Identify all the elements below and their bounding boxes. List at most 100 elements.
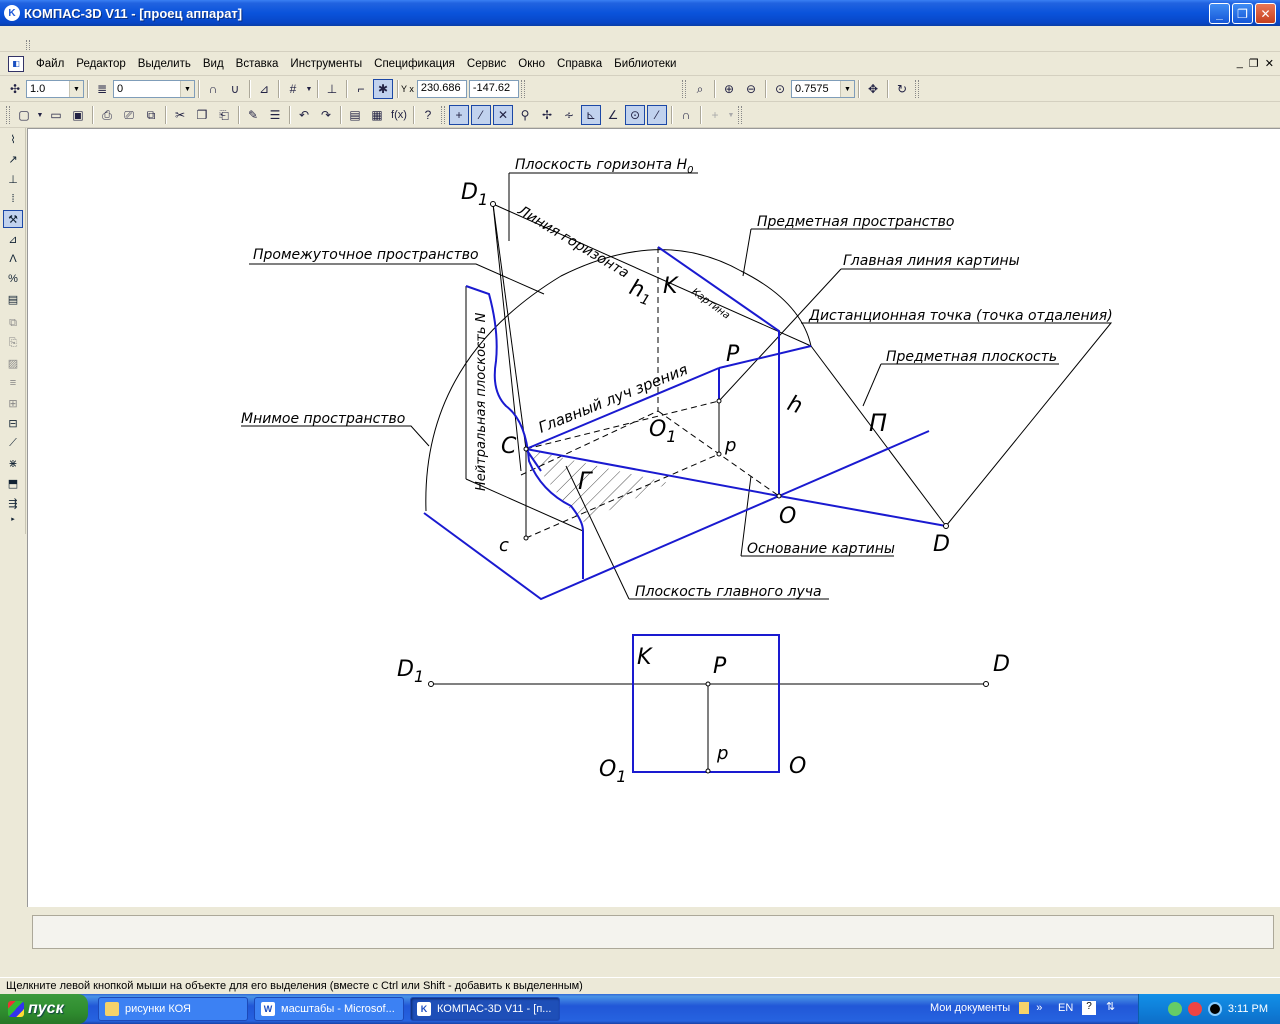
my-documents-toolbar[interactable]: Мои документы »	[930, 1002, 1042, 1015]
toolbar-grip[interactable]	[738, 106, 742, 124]
geometry-icon[interactable]: ⌇	[3, 130, 23, 148]
mdi-close-icon[interactable]: ✕	[1265, 57, 1274, 70]
toolbar-grip[interactable]	[915, 80, 919, 98]
local-cs-icon[interactable]: ⊥	[322, 79, 342, 99]
grid-icon[interactable]: #	[283, 79, 303, 99]
zoom-out-icon[interactable]: ⊖	[741, 79, 761, 99]
snap-tangent-icon[interactable]: ✢	[537, 105, 557, 125]
help-pointer-icon[interactable]: ?	[418, 105, 438, 125]
print-preview-icon[interactable]: ⎚	[119, 105, 139, 125]
library-icon[interactable]: ▦	[367, 105, 387, 125]
dimensions-icon[interactable]: ↗	[3, 150, 23, 168]
tree-icon[interactable]: ⊞	[3, 394, 23, 412]
menu-specification[interactable]: Спецификация	[368, 58, 461, 70]
menu-help[interactable]: Справка	[551, 58, 608, 70]
save-icon[interactable]: ▣	[68, 105, 88, 125]
snap-point-icon[interactable]: ⚲	[515, 105, 535, 125]
task-word[interactable]: W масштабы - Microsof...	[254, 997, 404, 1021]
report-icon[interactable]: ⎘	[3, 334, 23, 352]
step-cursor-icon[interactable]: ✣	[5, 79, 25, 99]
open-folder-icon[interactable]: ▭	[46, 105, 66, 125]
format-brush-icon[interactable]: ✎	[243, 105, 263, 125]
zoom-window-icon[interactable]: ⌕	[690, 79, 710, 99]
task-folder[interactable]: рисунки КОЯ	[98, 997, 248, 1021]
document-manager-icon[interactable]: ⧉	[141, 105, 161, 125]
snap-along-icon[interactable]: ⁄	[647, 105, 667, 125]
step-combo[interactable]: 1.0 ▼	[26, 80, 84, 98]
toolbar-grip[interactable]	[520, 80, 525, 98]
menu-view[interactable]: Вид	[197, 58, 230, 70]
menu-libraries[interactable]: Библиотеки	[608, 58, 682, 70]
view-icon[interactable]: ⧉	[3, 314, 23, 332]
refresh-icon[interactable]: ↻	[892, 79, 912, 99]
language-bar-icon[interactable]: ⇅	[1106, 1000, 1115, 1013]
designations-icon[interactable]: ⊥	[3, 170, 23, 188]
local-snap-icon[interactable]: ⊿	[254, 79, 274, 99]
snap-coords-icon[interactable]: ✱	[373, 79, 393, 99]
title-bar[interactable]: K КОМПАС-3D V11 - [проец аппарат] _ ❐ ✕	[0, 0, 1280, 26]
chevron-down-icon[interactable]: ▼	[727, 105, 735, 125]
selection-icon[interactable]: Ʌ	[3, 250, 23, 268]
copy-icon[interactable]: ❐	[192, 105, 212, 125]
menu-select[interactable]: Выделить	[132, 58, 197, 70]
measure-icon[interactable]: ⊿	[3, 230, 23, 248]
menu-tools[interactable]: Инструменты	[284, 58, 368, 70]
pan-icon[interactable]: ✥	[863, 79, 883, 99]
snap-normal-icon[interactable]: ⊾	[581, 105, 601, 125]
menu-editor[interactable]: Редактор	[70, 58, 132, 70]
snap-more-icon[interactable]: +	[705, 105, 725, 125]
menu-file[interactable]: Файл	[30, 58, 70, 70]
line-style-icon[interactable]: ⟋	[3, 434, 23, 452]
paste-icon[interactable]: ⎗	[214, 105, 234, 125]
magnet-icon[interactable]: ∩	[203, 79, 223, 99]
zoom-combo[interactable]: 0.7575 ▼	[791, 80, 855, 98]
chevron-right-icon[interactable]: ▸	[3, 514, 23, 524]
media-icon[interactable]	[1207, 1002, 1222, 1016]
parametrization-icon[interactable]: ⚒	[3, 210, 23, 228]
drawing-canvas[interactable]: Плоскость горизонта H0 D1 Линия горизонт…	[27, 128, 1280, 907]
table-icon[interactable]: ▨	[3, 354, 23, 372]
start-button[interactable]: пуск	[0, 994, 88, 1024]
restore-button[interactable]: ❐	[1232, 3, 1253, 24]
mdi-restore-icon[interactable]: ❐	[1249, 57, 1259, 70]
menu-window[interactable]: Окно	[512, 58, 551, 70]
document-icon[interactable]: ◧	[8, 55, 24, 72]
minimize-button[interactable]: _	[1209, 3, 1230, 24]
new-document-icon[interactable]: ▢	[14, 105, 34, 125]
help-icon[interactable]: ?	[1082, 1001, 1096, 1015]
cut-icon[interactable]: ✂	[170, 105, 190, 125]
coord-x-field[interactable]: 230.686	[416, 80, 467, 98]
zoom-in-icon[interactable]: ⊕	[719, 79, 739, 99]
language-indicator[interactable]: EN	[1058, 1002, 1073, 1014]
toolbar-grip[interactable]	[682, 80, 686, 98]
zoom-icon[interactable]: ⊙	[770, 79, 790, 99]
coord-y-field[interactable]: -147.62	[468, 80, 519, 98]
ortho-mode-icon[interactable]: ⌐	[351, 79, 371, 99]
mdi-minimize-icon[interactable]: _	[1237, 57, 1243, 70]
snap-intersection-icon[interactable]: ⁄	[471, 105, 491, 125]
property-panel-area[interactable]	[32, 915, 1274, 949]
layer-combo[interactable]: 0 ▼	[113, 80, 195, 98]
magnet-settings-icon[interactable]: ∪	[225, 79, 245, 99]
stamp-icon[interactable]: ⊟	[3, 414, 23, 432]
variables-icon[interactable]: f(x)	[389, 105, 409, 125]
menu-service[interactable]: Сервис	[461, 58, 512, 70]
undo-icon[interactable]: ↶	[294, 105, 314, 125]
redo-icon[interactable]: ↷	[316, 105, 336, 125]
manager-icon[interactable]: ▤	[345, 105, 365, 125]
snap-cross-icon[interactable]: ✕	[493, 105, 513, 125]
snap-angle-icon[interactable]: ∠	[603, 105, 623, 125]
snap-nearest-icon[interactable]: +	[449, 105, 469, 125]
snap-center-icon[interactable]: ⊙	[625, 105, 645, 125]
properties-icon[interactable]: ☰	[265, 105, 285, 125]
layers-icon[interactable]: ≣	[92, 79, 112, 99]
task-kompas[interactable]: K КОМПАС-3D V11 - [п...	[410, 997, 560, 1021]
snap-middle-icon[interactable]: ∻	[559, 105, 579, 125]
toolbar-grip[interactable]	[26, 40, 30, 50]
chevron-down-icon[interactable]: ▼	[305, 79, 313, 99]
menu-insert[interactable]: Вставка	[230, 58, 285, 70]
print-icon[interactable]: ⎙	[97, 105, 117, 125]
network-icon[interactable]	[1167, 1002, 1182, 1016]
close-button[interactable]: ✕	[1255, 3, 1276, 24]
fragment-icon[interactable]: ⬒	[3, 474, 23, 492]
